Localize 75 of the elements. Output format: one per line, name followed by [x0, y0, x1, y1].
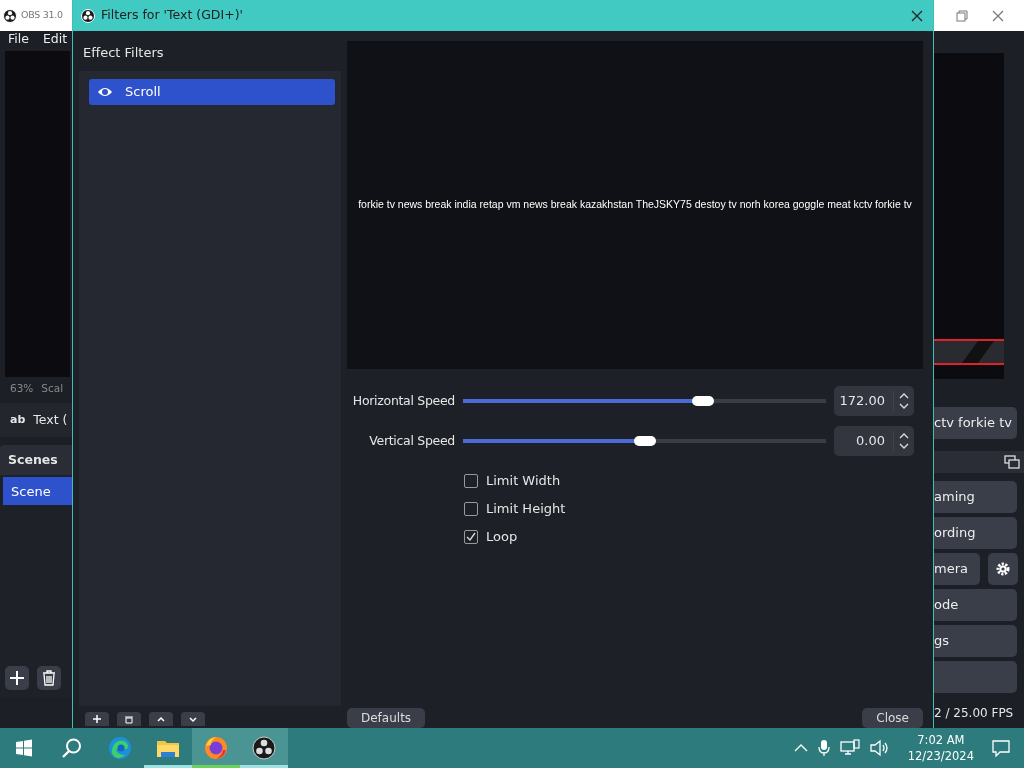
control-button[interactable]: aming	[934, 481, 1017, 513]
scene-item[interactable]: Scene	[3, 477, 72, 505]
chevron-up-icon[interactable]	[899, 431, 909, 441]
eye-icon[interactable]	[97, 85, 113, 98]
checkbox[interactable]	[464, 530, 478, 544]
arrow-down-icon	[187, 714, 199, 724]
taskbar-button[interactable]	[240, 728, 288, 768]
chevron-up-icon[interactable]	[899, 391, 909, 401]
add-icon	[8, 669, 26, 687]
source-item[interactable]: Text (	[33, 410, 68, 430]
undock-icon[interactable]	[1004, 455, 1020, 469]
source-type-icon: ab	[10, 411, 26, 429]
scenes-header: Scenes	[0, 445, 72, 475]
slider-label: Vertical Speed	[368, 431, 456, 450]
menu-item[interactable]: Edit	[42, 29, 68, 49]
control-button[interactable]: gs	[934, 625, 1017, 657]
zoom-label: 63%	[10, 381, 34, 396]
search-icon[interactable]	[61, 737, 83, 759]
fps-status: 2 / 25.00 FPS	[934, 705, 1015, 722]
clock-time: 7:02 AM	[917, 731, 965, 748]
control-button[interactable]: mera	[934, 553, 980, 585]
clock[interactable]: 7:02 AM 12/23/2024	[907, 731, 974, 765]
checkbox-label: Loop	[486, 528, 518, 547]
settings-button[interactable]	[988, 553, 1018, 585]
trash-icon	[123, 714, 135, 724]
notification-icon[interactable]	[992, 739, 1010, 757]
trash-icon	[40, 669, 58, 687]
filter-label: Scroll	[125, 82, 161, 101]
checkbox-label: Limit Width	[486, 472, 561, 491]
app-logo	[81, 8, 95, 23]
app-logo	[3, 8, 17, 23]
browser-icon	[204, 736, 228, 760]
slider-thumb[interactable]	[691, 396, 714, 406]
volume-icon[interactable]	[869, 739, 890, 757]
menu-item[interactable]: File	[8, 29, 29, 49]
checkbox[interactable]	[464, 502, 478, 516]
dialog-button[interactable]: Close	[862, 708, 923, 728]
browser-icon	[108, 736, 132, 760]
scale-label: Scal	[41, 381, 64, 396]
network-icon[interactable]	[839, 739, 860, 757]
toolbar-button[interactable]	[5, 666, 29, 690]
slider-label: Horizontal Speed	[351, 391, 456, 410]
dialog-title: Filters for 'Text (GDI+)'	[101, 6, 243, 25]
number-spinbox[interactable]: 172.00	[834, 386, 914, 416]
number-spinbox[interactable]: 0.00	[834, 426, 914, 456]
windows-start-icon[interactable]	[15, 739, 33, 757]
control-button[interactable]: ording	[934, 517, 1017, 549]
checkbox[interactable]	[464, 474, 478, 488]
toolbar-button[interactable]	[117, 712, 141, 726]
dialog-button[interactable]: Defaults	[347, 708, 426, 728]
filter-item[interactable]: Scroll	[89, 78, 335, 105]
app-icon	[252, 736, 276, 760]
control-button[interactable]: ode	[934, 589, 1017, 621]
spinbox-value: 0.00	[855, 432, 886, 451]
toolbar-button[interactable]	[85, 712, 109, 726]
slider-thumb[interactable]	[633, 436, 656, 446]
close-icon[interactable]	[992, 9, 1004, 22]
arrow-up-icon	[155, 714, 167, 724]
settings-icon	[995, 561, 1011, 577]
check-icon	[466, 532, 476, 542]
section-heading: Effect Filters	[82, 44, 165, 62]
microphone-icon[interactable]	[817, 739, 830, 757]
toolbar-button[interactable]	[37, 666, 61, 690]
window-title: OBS 31.0	[21, 8, 63, 23]
chevron-down-icon[interactable]	[899, 441, 909, 451]
chevron-down-icon[interactable]	[899, 401, 909, 411]
spinbox-value: 172.00	[838, 392, 886, 411]
add-icon	[91, 714, 103, 724]
chevron-up-icon[interactable]	[793, 743, 808, 753]
source-button[interactable]: ctv forkie tv	[934, 407, 1017, 439]
close-icon[interactable]	[911, 9, 923, 22]
preview-text: forkie tv news break india retap vm news break kazakhstan TheJSKY75 destoy tv norh korea goggle meat kctv forkie tv	[358, 197, 912, 213]
checkbox-label: Limit Height	[486, 500, 566, 519]
clock-date: 12/23/2024	[907, 748, 974, 765]
restore-icon[interactable]	[956, 9, 968, 22]
